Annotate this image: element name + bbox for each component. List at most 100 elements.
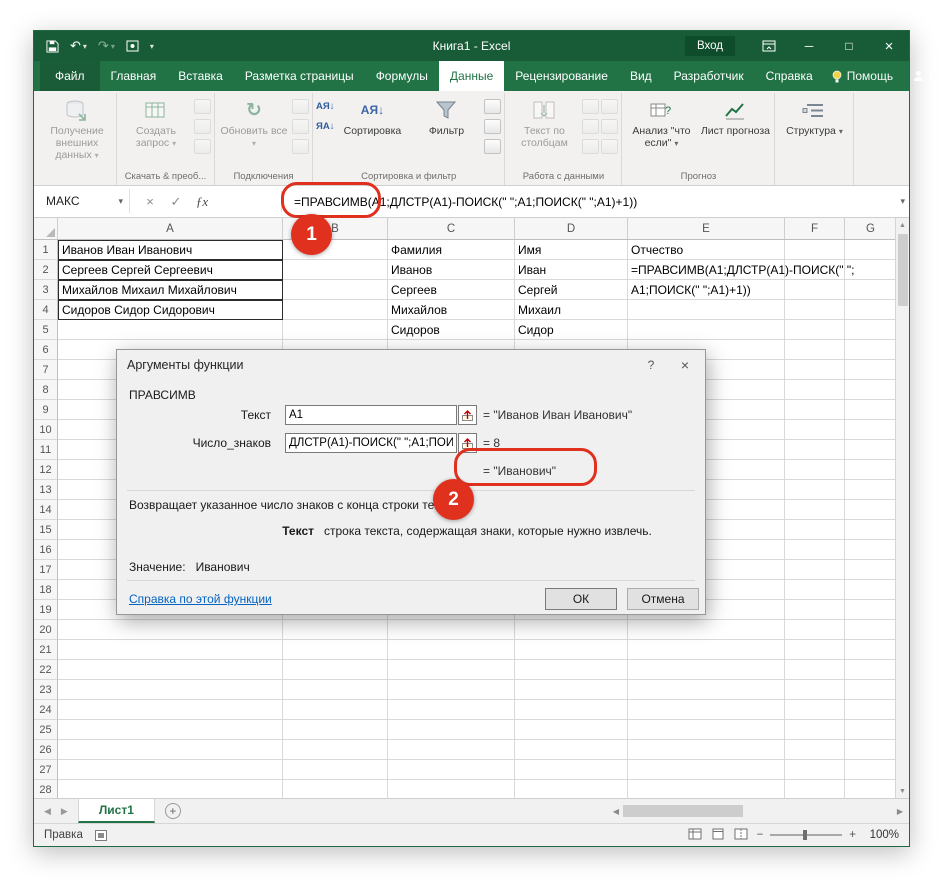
- cell-B2[interactable]: [283, 260, 388, 280]
- row-header-2[interactable]: 2: [34, 260, 58, 280]
- cell-G27[interactable]: [845, 760, 897, 780]
- row-header-4[interactable]: 4: [34, 300, 58, 320]
- row-header-20[interactable]: 20: [34, 620, 58, 640]
- cell-F7[interactable]: [785, 360, 845, 380]
- formula-input[interactable]: =ПРАВСИМВ(A1;ДЛСТР(A1)-ПОИСК(" ";A1;ПОИС…: [286, 186, 885, 217]
- cell-F23[interactable]: [785, 680, 845, 700]
- column-header-A[interactable]: A: [58, 218, 283, 239]
- cell-G23[interactable]: [845, 680, 897, 700]
- cell-B24[interactable]: [283, 700, 388, 720]
- tab-developer[interactable]: Разработчик: [663, 61, 755, 91]
- tab-data[interactable]: Данные: [439, 61, 504, 91]
- cell-B20[interactable]: [283, 620, 388, 640]
- new-query-button[interactable]: Создать запрос ▾: [120, 94, 192, 166]
- column-header-D[interactable]: D: [515, 218, 628, 239]
- refresh-all-button[interactable]: ↻ Обновить все ▾: [218, 94, 290, 166]
- row-header-1[interactable]: 1: [34, 240, 58, 260]
- cell-B5[interactable]: [283, 320, 388, 340]
- cell-F6[interactable]: [785, 340, 845, 360]
- cell-C26[interactable]: [388, 740, 515, 760]
- page-break-view-icon[interactable]: [734, 828, 748, 843]
- sign-in-button[interactable]: Вход: [685, 36, 735, 56]
- cell-G8[interactable]: [845, 380, 897, 400]
- tab-formulas[interactable]: Формулы: [365, 61, 439, 91]
- vertical-scroll-thumb[interactable]: [898, 234, 908, 306]
- horizontal-scrollbar[interactable]: ◀ ▶: [609, 799, 909, 823]
- field-input-num-chars[interactable]: [285, 433, 457, 453]
- tab-view[interactable]: Вид: [619, 61, 663, 91]
- cell-E5[interactable]: [628, 320, 785, 340]
- add-sheet-button[interactable]: +: [165, 803, 181, 819]
- cell-E21[interactable]: [628, 640, 785, 660]
- cell-A26[interactable]: [58, 740, 283, 760]
- cell-E24[interactable]: [628, 700, 785, 720]
- cell-F19[interactable]: [785, 600, 845, 620]
- cell-B23[interactable]: [283, 680, 388, 700]
- cell-C27[interactable]: [388, 760, 515, 780]
- row-header-26[interactable]: 26: [34, 740, 58, 760]
- tab-insert[interactable]: Вставка: [167, 61, 234, 91]
- row-header-15[interactable]: 15: [34, 520, 58, 540]
- advanced-filter-icon[interactable]: [484, 139, 501, 154]
- scroll-up-icon[interactable]: ▲: [899, 218, 906, 232]
- expand-formula-bar-icon[interactable]: ▾: [900, 186, 905, 217]
- cell-G15[interactable]: [845, 520, 897, 540]
- cell-G28[interactable]: [845, 780, 897, 798]
- cell-F28[interactable]: [785, 780, 845, 798]
- cell-A2[interactable]: Сергеев Сергей Сергеевич: [58, 260, 283, 280]
- cell-G20[interactable]: [845, 620, 897, 640]
- enter-entry-button[interactable]: ✓: [164, 194, 188, 210]
- row-header-13[interactable]: 13: [34, 480, 58, 500]
- cell-C1[interactable]: Фамилия: [388, 240, 515, 260]
- cell-D22[interactable]: [515, 660, 628, 680]
- share-button[interactable]: Поделиться: [905, 69, 943, 83]
- cell-A4[interactable]: Сидоров Сидор Сидорович: [58, 300, 283, 320]
- undo-button[interactable]: ↶▾: [70, 38, 87, 54]
- minimize-button[interactable]: ─: [789, 31, 829, 61]
- cell-F13[interactable]: [785, 480, 845, 500]
- cell-D21[interactable]: [515, 640, 628, 660]
- macro-record-icon[interactable]: [95, 830, 107, 841]
- cell-F25[interactable]: [785, 720, 845, 740]
- normal-view-icon[interactable]: [688, 828, 702, 843]
- cell-E28[interactable]: [628, 780, 785, 798]
- cell-A20[interactable]: [58, 620, 283, 640]
- cell-B25[interactable]: [283, 720, 388, 740]
- cell-F5[interactable]: [785, 320, 845, 340]
- scroll-right-icon[interactable]: ▶: [893, 804, 907, 818]
- dialog-help-button[interactable]: ?: [637, 353, 665, 377]
- tab-file[interactable]: Файл: [40, 61, 100, 91]
- cell-C2[interactable]: Иванов: [388, 260, 515, 280]
- cell-C4[interactable]: Михайлов: [388, 300, 515, 320]
- scroll-down-icon[interactable]: ▼: [899, 784, 906, 798]
- cell-F20[interactable]: [785, 620, 845, 640]
- cell-G7[interactable]: [845, 360, 897, 380]
- cell-C25[interactable]: [388, 720, 515, 740]
- row-header-28[interactable]: 28: [34, 780, 58, 798]
- cell-G14[interactable]: [845, 500, 897, 520]
- row-header-14[interactable]: 14: [34, 500, 58, 520]
- row-header-3[interactable]: 3: [34, 280, 58, 300]
- cell-A27[interactable]: [58, 760, 283, 780]
- cell-A25[interactable]: [58, 720, 283, 740]
- zoom-out-button[interactable]: −: [757, 829, 764, 841]
- row-header-9[interactable]: 9: [34, 400, 58, 420]
- tell-me-button[interactable]: Помощь: [824, 69, 901, 83]
- cell-F22[interactable]: [785, 660, 845, 680]
- cell-A24[interactable]: [58, 700, 283, 720]
- cell-C22[interactable]: [388, 660, 515, 680]
- show-queries-icon[interactable]: [194, 99, 211, 114]
- cell-F1[interactable]: [785, 240, 845, 260]
- column-header-G[interactable]: G: [845, 218, 897, 239]
- cell-B4[interactable]: [283, 300, 388, 320]
- row-header-5[interactable]: 5: [34, 320, 58, 340]
- prev-sheet-icon[interactable]: ◀: [44, 806, 51, 817]
- row-header-7[interactable]: 7: [34, 360, 58, 380]
- tab-help[interactable]: Справка: [755, 61, 824, 91]
- sort-button[interactable]: АЯ↓ Сортировка: [336, 94, 408, 166]
- sort-ascending-button[interactable]: АЯ↓: [316, 99, 334, 114]
- what-if-analysis-button[interactable]: ? Анализ "что если" ▾: [625, 94, 697, 166]
- clear-filter-icon[interactable]: [484, 99, 501, 114]
- filter-button[interactable]: Фильтр: [410, 94, 482, 166]
- cell-F15[interactable]: [785, 520, 845, 540]
